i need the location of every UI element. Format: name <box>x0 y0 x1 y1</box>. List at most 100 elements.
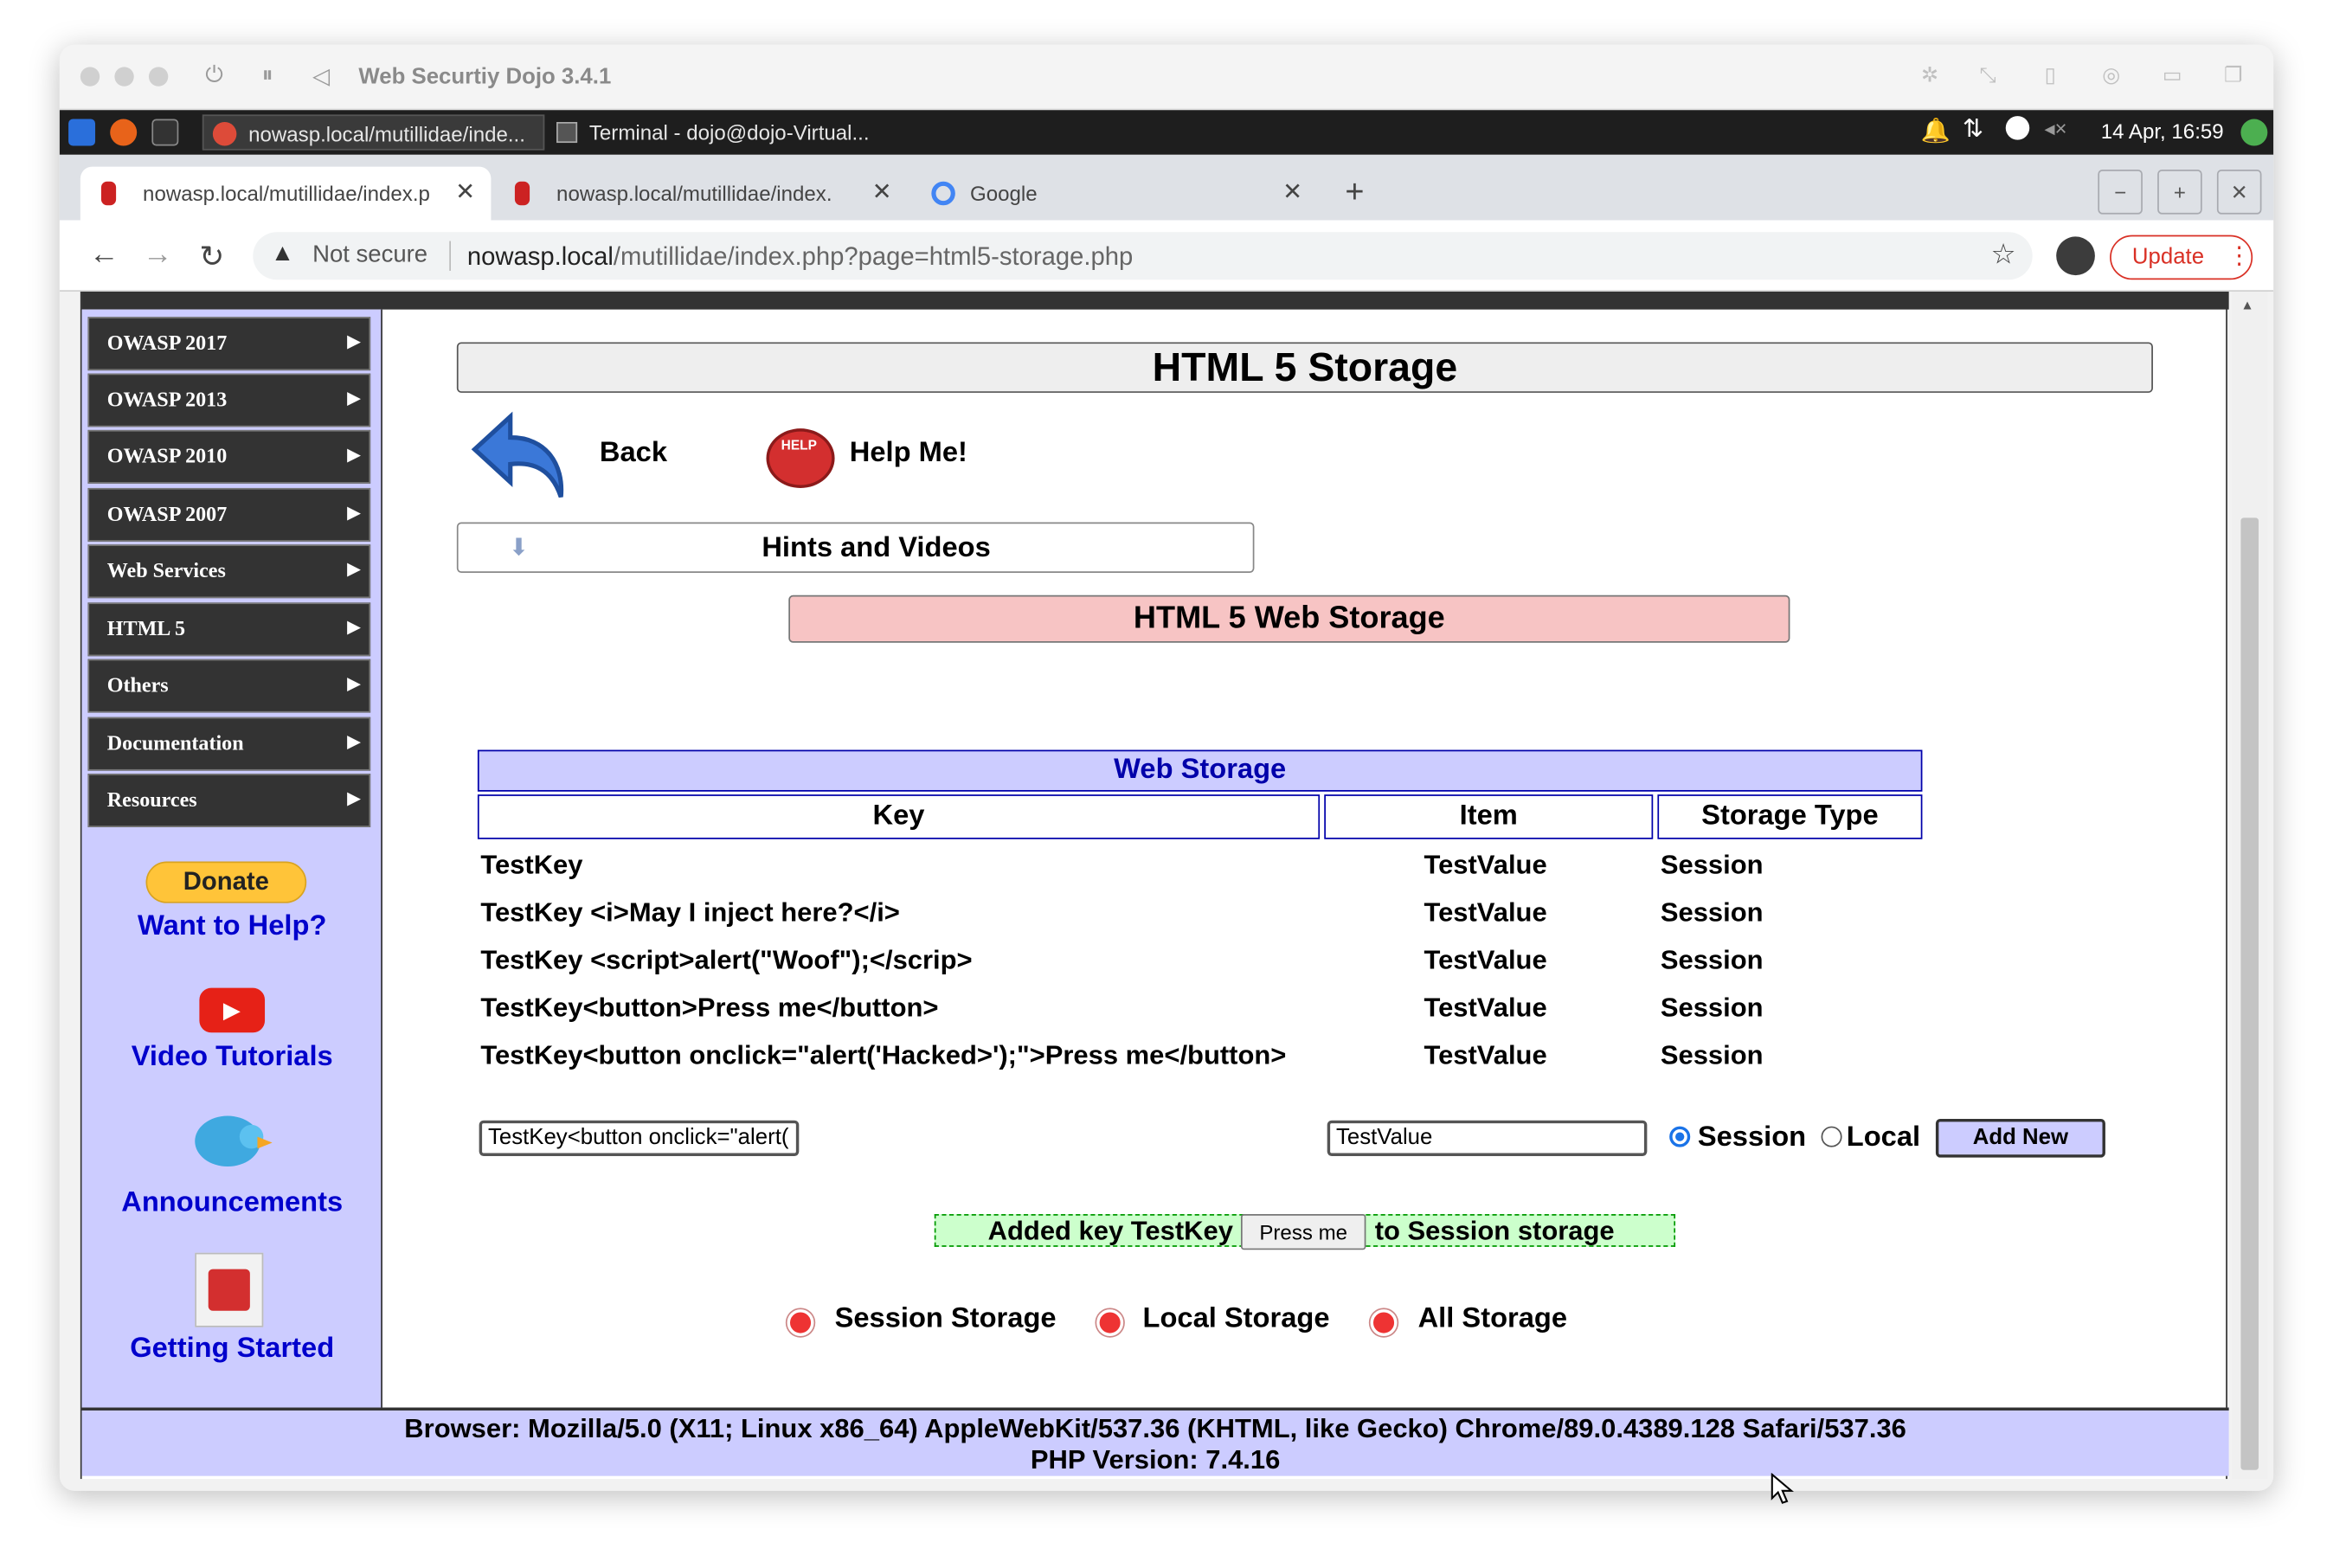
network-icon[interactable]: ⇅ <box>1963 114 1984 144</box>
menu-owasp-2017[interactable]: OWASP 2017 ▶ <box>87 317 371 371</box>
terminal-icon[interactable] <box>151 119 179 146</box>
scrollbar-thumb[interactable] <box>2240 517 2259 1470</box>
type-cell: Session <box>1660 896 1764 927</box>
section-title: HTML 5 Web Storage <box>788 594 1790 643</box>
minimize-dot[interactable] <box>114 67 134 87</box>
url-text[interactable]: nowasp.local/mutillidae/index.php?page=h… <box>467 242 1133 272</box>
menu-owasp-2010[interactable]: OWASP 2010 ▶ <box>87 429 371 484</box>
task-terminal[interactable]: Terminal - dojo@dojo-Virtual... <box>554 114 911 150</box>
more-vert-icon[interactable]: ⋮ <box>2227 236 2252 278</box>
menu-label: Others <box>106 675 169 698</box>
expand-arrow-icon[interactable]: ⬇ <box>509 533 533 561</box>
firefox-icon[interactable] <box>110 119 138 146</box>
youtube-icon[interactable]: ▶ <box>199 987 266 1033</box>
local-radio[interactable] <box>1821 1126 1842 1147</box>
window-minimize-button[interactable]: − <box>2098 170 2143 215</box>
back-triangle-icon[interactable]: ◁ <box>312 62 330 89</box>
vm-title: Web Securtiy Dojo 3.4.1 <box>358 63 612 90</box>
help-button-icon[interactable]: HELP <box>763 422 838 494</box>
close-icon[interactable]: ✕ <box>455 167 475 221</box>
pause-icon[interactable]: ⏸ <box>262 62 273 87</box>
donate-button[interactable]: Donate <box>145 861 307 903</box>
clear-session-icon[interactable] <box>787 1309 814 1337</box>
want-to-help-link[interactable]: Want to Help? <box>82 910 382 943</box>
task-browser[interactable]: nowasp.local/mutillidae/inde... <box>202 114 545 151</box>
session-radio[interactable] <box>1669 1126 1691 1147</box>
help-label[interactable]: Help Me! <box>850 438 967 471</box>
key-input[interactable]: TestKey<button onclick="alert( <box>479 1120 800 1156</box>
twitter-bird-icon[interactable] <box>189 1110 273 1179</box>
menu-icon[interactable] <box>68 119 96 146</box>
back-arrow-icon[interactable]: ← <box>89 238 119 273</box>
hints-panel[interactable]: ⬇ Hints and Videos <box>456 522 1255 573</box>
reload-icon[interactable]: ↻ <box>199 238 224 275</box>
update-button[interactable]: Update ⋮ <box>2110 235 2253 280</box>
item-cell: TestValue <box>1424 896 1547 927</box>
forward-arrow-icon[interactable]: → <box>143 238 172 273</box>
menu-html5[interactable]: HTML 5 ▶ <box>87 602 371 657</box>
scrollbar[interactable]: ▲ <box>2232 292 2268 1480</box>
key-cell: TestKey <script>alert("Woof");</scrip> <box>480 943 973 974</box>
clock[interactable]: 14 Apr, 16:59 <box>2101 119 2224 144</box>
hints-label[interactable]: Hints and Videos <box>762 533 990 566</box>
menu-owasp-2007[interactable]: OWASP 2007 ▶ <box>87 487 371 542</box>
chrome-status-icon[interactable] <box>2240 119 2268 146</box>
menu-documentation[interactable]: Documentation ▶ <box>87 717 371 771</box>
bell-icon[interactable]: 🔔 <box>1921 116 1951 145</box>
security-label[interactable]: Not secure <box>312 242 427 269</box>
power-icon[interactable]: ⏻ <box>205 62 222 87</box>
back-label[interactable]: Back <box>600 438 667 471</box>
clear-local-icon[interactable] <box>1096 1309 1124 1337</box>
brightness-icon[interactable]: ✲ <box>1917 62 1944 89</box>
tab-google[interactable]: Google ✕ <box>914 167 1325 221</box>
volume-icon[interactable]: ◂× <box>2044 116 2066 141</box>
press-me-button[interactable]: Press me <box>1240 1214 1366 1250</box>
pdf-icon[interactable] <box>195 1252 264 1327</box>
folder-icon[interactable]: ▭ <box>2159 62 2186 89</box>
video-tutorials-link[interactable]: Video Tutorials <box>82 1042 382 1075</box>
menu-others[interactable]: Others ▶ <box>87 659 371 713</box>
tab-mutillidae-1[interactable]: nowasp.local/mutillidae/index.p ✕ <box>80 166 492 221</box>
window-close-button[interactable]: ✕ <box>2216 170 2262 215</box>
all-storage-link[interactable]: All Storage <box>1418 1303 1567 1336</box>
local-radio-label[interactable]: Local <box>1847 1121 1920 1154</box>
disc-icon[interactable]: ◎ <box>2098 62 2124 89</box>
column-header: Storage Type <box>1657 794 1923 839</box>
announcements-link[interactable]: Announcements <box>82 1187 382 1220</box>
window-maximize-button[interactable]: + <box>2157 170 2202 215</box>
scroll-up-icon[interactable]: ▲ <box>2240 298 2253 312</box>
windows-icon[interactable]: ❐ <box>2220 62 2246 89</box>
clear-all-icon[interactable] <box>1370 1309 1398 1337</box>
table-row: TestKey<button>Press me</button> TestVal… <box>478 985 1923 1030</box>
back-arrow-icon[interactable] <box>466 408 575 505</box>
star-icon[interactable]: ☆ <box>1991 238 2016 273</box>
close-dot[interactable] <box>80 67 100 87</box>
power-manager-icon[interactable] <box>2005 116 2030 140</box>
warning-icon[interactable]: ▲ <box>271 241 294 268</box>
close-icon[interactable]: ✕ <box>872 167 892 221</box>
profile-avatar-icon[interactable] <box>2056 236 2095 276</box>
zoom-dot[interactable] <box>148 67 169 87</box>
add-new-button[interactable]: Add New <box>1935 1118 2105 1158</box>
getting-started-link[interactable]: Getting Started <box>82 1333 382 1366</box>
new-tab-button[interactable]: + <box>1345 172 1364 211</box>
status-message: Added key TestKey Press me to Session st… <box>934 1214 1676 1250</box>
address-bar[interactable]: ▲ Not secure nowasp.local/mutillidae/ind… <box>253 232 2033 280</box>
resize-icon[interactable]: ⤡ <box>1975 62 2002 89</box>
menu-owasp-2013[interactable]: OWASP 2013 ▶ <box>87 373 371 427</box>
session-radio-label[interactable]: Session <box>1698 1121 1806 1154</box>
storage-table: Web Storage Key Item Storage Type TestKe… <box>473 747 1927 1080</box>
url-path: /mutillidae/index.php?page=html5-storage… <box>613 242 1134 271</box>
tab-mutillidae-2[interactable]: nowasp.local/mutillidae/index.p ✕ <box>494 167 905 221</box>
menu-label: Web Services <box>106 561 226 584</box>
menu-resources[interactable]: Resources ▶ <box>87 774 371 827</box>
task-label: Terminal - dojo@dojo-Virtual... <box>588 120 870 145</box>
menu-label: OWASP 2007 <box>106 504 228 527</box>
item-input[interactable]: TestValue <box>1327 1120 1648 1156</box>
close-icon[interactable]: ✕ <box>1282 167 1302 221</box>
tab-title: nowasp.local/mutillidae/index.p <box>143 181 430 206</box>
session-storage-link[interactable]: Session Storage <box>835 1303 1057 1336</box>
usb-icon[interactable]: ▯ <box>2037 62 2064 89</box>
menu-web-services[interactable]: Web Services ▶ <box>87 544 371 599</box>
local-storage-link[interactable]: Local Storage <box>1142 1303 1329 1336</box>
